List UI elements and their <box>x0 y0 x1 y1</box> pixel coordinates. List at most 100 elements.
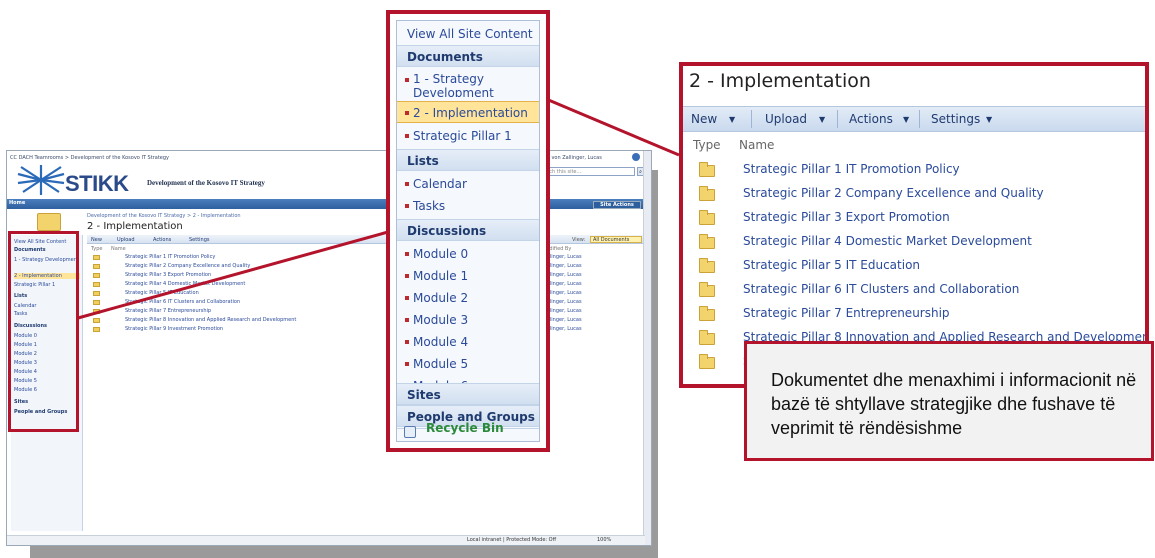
folder-name[interactable]: Strategic Pillar 5 IT Education <box>743 258 920 272</box>
discussions-heading[interactable]: Discussions <box>397 219 539 241</box>
bullet-icon <box>405 78 409 82</box>
sites-heading[interactable]: Sites <box>397 383 539 405</box>
folder-name[interactable]: Strategic Pillar 4 Domestic Market Devel… <box>743 234 1032 248</box>
help-icon[interactable] <box>632 153 640 161</box>
list-item[interactable]: Strategic Pillar 4 Domestic Market Devel… <box>125 281 245 287</box>
list-item[interactable]: Strategic Pillar 5 IT Education <box>125 290 199 296</box>
column-header-name[interactable]: Name <box>111 246 126 252</box>
nav-item-label: Strategic Pillar 1 <box>413 129 512 143</box>
nav-item-label: 2 - Implementation <box>413 106 528 120</box>
folder-icon <box>93 273 100 278</box>
callout-text: Dokumentet dhe menaxhimi i informacionit… <box>771 370 1137 438</box>
chevron-down-icon[interactable]: ▼ <box>986 115 992 124</box>
nav-item-module-3[interactable]: Module 3 <box>397 309 539 331</box>
folder-name[interactable]: Strategic Pillar 7 Entrepreneurship <box>743 306 950 320</box>
view-label: View: <box>572 237 586 243</box>
new-menu[interactable]: New <box>691 112 717 126</box>
zoom-level[interactable]: 100% <box>597 537 611 543</box>
table-row[interactable]: Strategic Pillar 2 Company Excellence an… <box>683 182 1145 206</box>
background-screenshot: CC DACH Teamrooms > Development of the K… <box>6 150 652 546</box>
actions-menu[interactable]: Actions <box>153 237 171 243</box>
folder-icon <box>93 327 100 332</box>
bullet-icon <box>405 182 409 186</box>
new-menu[interactable]: New <box>91 237 102 243</box>
table-row[interactable]: Strategic Pillar 7 Entrepreneurship <box>683 302 1145 326</box>
list-item[interactable]: Strategic Pillar 6 IT Clusters and Colla… <box>125 299 240 305</box>
list-item[interactable]: Strategic Pillar 3 Export Promotion <box>125 272 211 278</box>
bullet-icon <box>405 296 409 300</box>
nav-item-tasks[interactable]: Tasks <box>397 195 539 217</box>
upload-menu[interactable]: Upload <box>765 112 807 126</box>
nav-item-label: Module 0 <box>413 247 469 261</box>
list-item[interactable]: Strategic Pillar 8 Innovation and Applie… <box>125 317 296 323</box>
nav-item-module-4[interactable]: Module 4 <box>397 331 539 353</box>
folder-icon <box>37 213 61 231</box>
nav-item-label: Module 2 <box>413 291 469 305</box>
table-row[interactable]: Strategic Pillar 1 IT Promotion Policy <box>683 158 1145 182</box>
folder-icon <box>93 318 100 323</box>
library-toolbar <box>683 106 1145 132</box>
folder-name[interactable]: Strategic Pillar 2 Company Excellence an… <box>743 186 1044 200</box>
nav-item-strategic-pillar-1[interactable]: Strategic Pillar 1 <box>397 125 539 147</box>
page-breadcrumb[interactable]: Development of the Kosovo IT Strategy > … <box>87 213 241 219</box>
list-item[interactable]: Strategic Pillar 2 Company Excellence an… <box>125 263 250 269</box>
folder-icon <box>93 309 100 314</box>
list-item[interactable]: Strategic Pillar 1 IT Promotion Policy <box>125 254 215 260</box>
nav-item-calendar[interactable]: Calendar <box>397 173 539 195</box>
folder-icon <box>699 282 715 297</box>
column-header-type[interactable]: Type <box>91 246 102 252</box>
table-row[interactable]: Strategic Pillar 6 IT Clusters and Colla… <box>683 278 1145 302</box>
table-row[interactable]: Strategic Pillar 4 Domestic Market Devel… <box>683 230 1145 254</box>
column-header-type[interactable]: Type <box>693 138 721 152</box>
folder-icon <box>699 210 715 225</box>
nav-item-label: Module 3 <box>413 313 469 327</box>
zoomed-quick-launch: View All Site Content Documents 1 - Stra… <box>386 10 550 452</box>
table-row[interactable]: Strategic Pillar 3 Export Promotion <box>683 206 1145 230</box>
search-input[interactable]: Search this site... <box>535 167 635 176</box>
chevron-down-icon[interactable]: ▼ <box>903 115 909 124</box>
toolbar-divider <box>919 110 920 128</box>
list-item[interactable]: Strategic Pillar 9 Investment Promotion <box>125 326 223 332</box>
folder-icon <box>699 306 715 321</box>
settings-menu[interactable]: Settings <box>189 237 210 243</box>
nav-item-module-5[interactable]: Module 5 <box>397 353 539 375</box>
column-header-name[interactable]: Name <box>739 138 774 152</box>
folder-name[interactable]: Strategic Pillar 3 Export Promotion <box>743 210 950 224</box>
chevron-down-icon[interactable]: ▼ <box>819 115 825 124</box>
site-actions-button[interactable]: Site Actions <box>593 201 641 209</box>
recycle-bin-icon[interactable] <box>404 426 416 438</box>
settings-menu[interactable]: Settings <box>931 112 980 126</box>
nav-item-label: Module 4 <box>413 335 469 349</box>
folder-name[interactable]: Strategic Pillar 6 IT Clusters and Colla… <box>743 282 1019 296</box>
toolbar-divider <box>751 110 752 128</box>
nav-item-strategy-development[interactable]: 1 - Strategy Development <box>397 69 539 97</box>
lists-heading[interactable]: Lists <box>397 149 539 171</box>
chevron-down-icon[interactable]: ▼ <box>729 115 735 124</box>
bullet-icon <box>405 252 409 256</box>
folder-icon <box>699 330 715 345</box>
site-title[interactable]: Development of the Kosovo IT Strategy <box>147 179 265 187</box>
documents-heading[interactable]: Documents <box>397 45 539 67</box>
folder-icon <box>93 255 100 260</box>
nav-item-label: Module 5 <box>413 357 469 371</box>
folder-name[interactable]: Strategic Pillar 1 IT Promotion Policy <box>743 162 960 176</box>
global-breadcrumb[interactable]: CC DACH Teamrooms > Development of the K… <box>10 155 169 161</box>
view-all-site-content-link[interactable]: View All Site Content <box>407 27 533 41</box>
nav-item-module-0[interactable]: Module 0 <box>397 243 539 265</box>
bullet-icon <box>405 134 409 138</box>
page-title: 2 - Implementation <box>87 221 183 232</box>
table-row[interactable]: Strategic Pillar 5 IT Education <box>683 254 1145 278</box>
list-item[interactable]: Strategic Pillar 7 Entrepreneurship <box>125 308 211 314</box>
folder-icon <box>699 354 715 369</box>
nav-item-module-1[interactable]: Module 1 <box>397 265 539 287</box>
nav-item-module-2[interactable]: Module 2 <box>397 287 539 309</box>
folder-icon <box>93 282 100 287</box>
view-selector[interactable]: All Documents <box>590 236 642 243</box>
nav-item-implementation[interactable]: 2 - Implementation <box>397 101 539 123</box>
upload-menu[interactable]: Upload <box>117 237 135 243</box>
actions-menu[interactable]: Actions <box>849 112 893 126</box>
vertical-scrollbar[interactable] <box>643 151 651 545</box>
home-tab[interactable]: Home <box>9 200 25 206</box>
recycle-bin-link[interactable]: Recycle Bin <box>426 421 504 435</box>
bullet-icon <box>405 318 409 322</box>
